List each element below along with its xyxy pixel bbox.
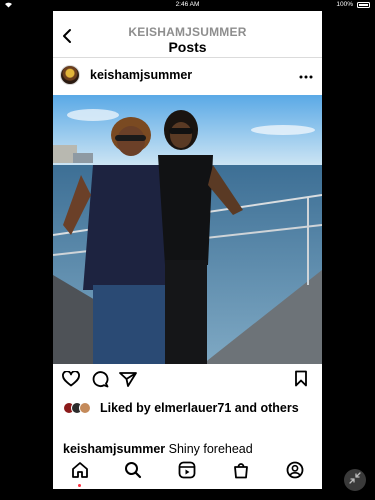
battery-icon xyxy=(357,2,370,8)
tab-home[interactable] xyxy=(70,461,90,484)
status-time: 2:46 AM xyxy=(175,1,200,8)
search-icon xyxy=(124,461,142,484)
shop-icon xyxy=(232,461,250,484)
post-caption: keishamjsummer Shiny forehead xyxy=(63,442,318,457)
share-button[interactable] xyxy=(118,371,138,391)
post-author[interactable]: keishamjsummer xyxy=(90,68,192,82)
caption-username[interactable]: keishamjsummer xyxy=(63,442,165,456)
liker-avatars xyxy=(63,402,95,414)
post-header: keishamjsummer xyxy=(53,57,322,93)
tab-shop[interactable] xyxy=(231,462,251,482)
liker-avatar xyxy=(79,402,91,414)
likes-prefix: Liked by xyxy=(100,401,155,415)
likes-text: Liked by elmerlauer71 and others xyxy=(100,400,315,417)
tab-search[interactable] xyxy=(123,461,143,484)
tab-reels[interactable] xyxy=(177,461,197,484)
author-avatar[interactable] xyxy=(60,65,80,85)
bookmark-icon xyxy=(294,370,308,392)
notification-dot xyxy=(78,484,81,487)
bottom-tab-bar xyxy=(53,457,322,489)
like-button[interactable] xyxy=(61,369,81,392)
header-username: KEISHAMJSUMMER xyxy=(128,25,247,39)
comment-icon xyxy=(91,370,109,393)
posts-header: KEISHAMJSUMMER Posts xyxy=(53,11,322,57)
caption-text: Shiny forehead xyxy=(168,442,253,456)
minimize-icon xyxy=(349,471,361,489)
ellipsis-icon xyxy=(299,66,313,84)
more-options-button[interactable] xyxy=(298,69,314,81)
tab-profile[interactable] xyxy=(285,461,305,484)
status-bar: 2:46 AM 100% xyxy=(0,0,375,11)
heart-icon xyxy=(62,369,80,392)
likes-others[interactable]: others xyxy=(261,401,299,415)
page-title: Posts xyxy=(168,39,207,55)
comment-button[interactable] xyxy=(90,370,110,393)
send-icon xyxy=(119,371,137,392)
minimize-button[interactable] xyxy=(344,469,366,491)
profile-icon xyxy=(286,461,304,484)
post-actions xyxy=(53,369,322,393)
home-icon xyxy=(71,461,89,484)
post-photo[interactable] xyxy=(53,95,322,364)
liker-username[interactable]: elmerlauer71 xyxy=(154,401,231,415)
likes-row[interactable]: Liked by elmerlauer71 and others xyxy=(53,399,322,439)
save-button[interactable] xyxy=(291,370,311,392)
app-window: KEISHAMJSUMMER Posts keishamjsummer Like… xyxy=(53,11,322,489)
likes-middle: and xyxy=(231,401,261,415)
reels-icon xyxy=(178,461,196,484)
battery-percent: 100% xyxy=(336,1,353,8)
